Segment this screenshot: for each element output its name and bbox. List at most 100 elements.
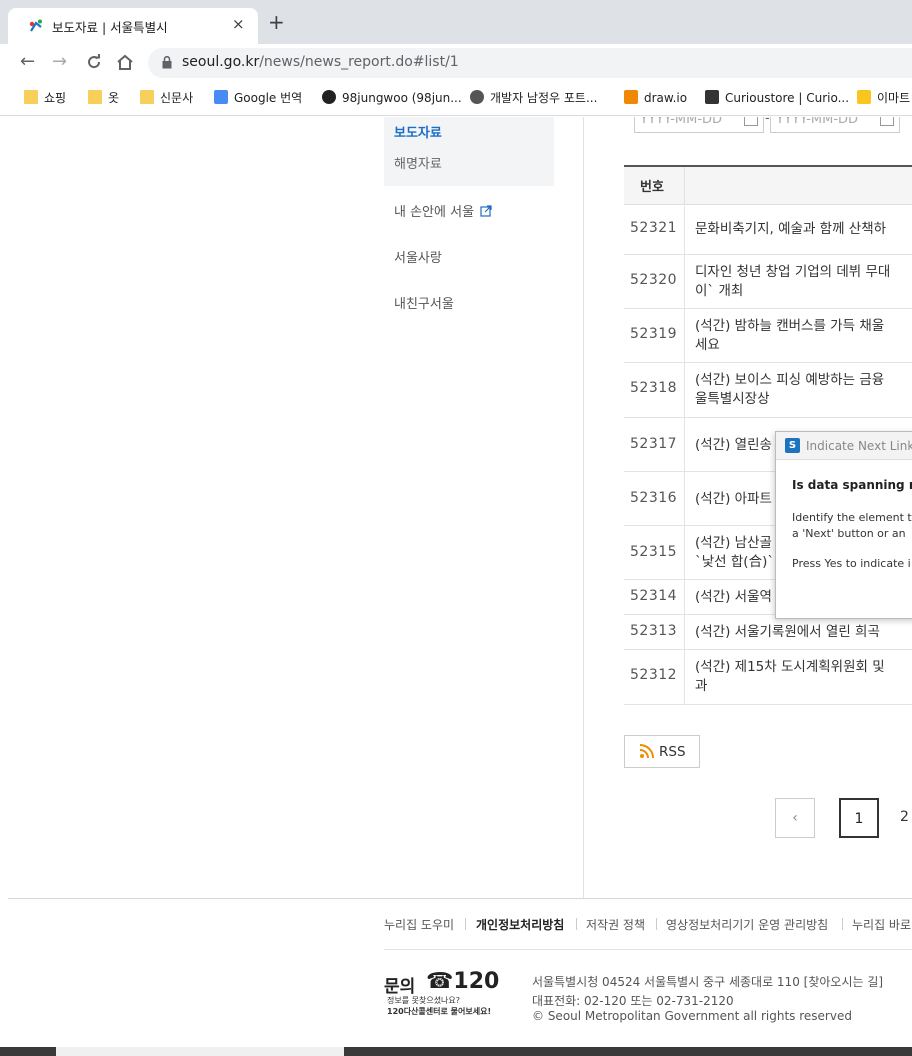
row-title-link[interactable]: 디자인 청년 창업 기업의 데뷔 무대 이` 개최 <box>695 263 912 301</box>
row-number: 52314 <box>630 588 678 604</box>
sidebar-item-seoul-in-hand[interactable]: 내 손안에 서울 <box>394 201 492 220</box>
chevron-left-icon: ‹ <box>792 810 798 826</box>
footer-tel: 대표전화: 02-120 또는 02-731-2120 <box>532 994 734 1008</box>
browser-toolbar: ← → seoul.go.kr/news/news_report.do#list… <box>0 44 912 82</box>
page-content: 보도자료 해명자료 내 손안에 서울 서울사랑 내친구서울 YYYY-MM-DD… <box>0 117 912 1056</box>
row-title-link[interactable]: (석간) 제15차 도시계획위원회 및 과 <box>695 658 912 696</box>
row-title-link[interactable]: 문화비축기지, 예술과 함께 산책하 <box>695 220 912 239</box>
external-link-icon <box>480 205 492 217</box>
os-taskbar <box>0 1047 912 1056</box>
start-date-input[interactable]: YYYY-MM-DD <box>634 117 764 133</box>
calendar-icon[interactable] <box>880 117 894 126</box>
new-tab-button[interactable]: + <box>268 12 285 32</box>
previous-page-button[interactable]: ‹ <box>775 798 815 838</box>
bookmark-shopping[interactable]: 쇼핑 <box>24 89 66 109</box>
bookmark-emart[interactable]: 이마트 <box>857 89 910 109</box>
date-separator: - <box>765 117 770 126</box>
row-number: 52313 <box>630 623 678 639</box>
inquiry-phone: ☎120 <box>426 969 500 994</box>
bookmark-portfolio[interactable]: 개발자 남정우 포트... <box>470 89 597 109</box>
end-date-input[interactable]: YYYY-MM-DD <box>770 117 900 133</box>
sidebar-submenu: 보도자료 해명자료 <box>384 117 554 186</box>
home-icon[interactable] <box>116 54 134 71</box>
row-number: 52315 <box>630 544 678 560</box>
seoul-favicon-icon <box>29 19 42 32</box>
inquiry-label: 문의 <box>384 977 416 997</box>
page-2-button[interactable]: 2 <box>900 798 912 838</box>
forward-icon[interactable]: → <box>52 52 67 72</box>
drawio-icon <box>624 90 638 104</box>
lock-icon <box>162 56 172 69</box>
table-row[interactable]: 52312 (석간) 제15차 도시계획위원회 및 과 <box>624 650 912 705</box>
footer-link-shortcut[interactable]: 누리집 바로 <box>852 916 911 933</box>
sidebar-item-friend-seoul[interactable]: 내친구서울 <box>394 293 454 312</box>
dialog-title: Indicate Next Link <box>806 439 912 453</box>
inquiry-subtext: 정보를 못찾으셨나요? <box>387 996 461 1005</box>
row-number: 52320 <box>630 272 678 288</box>
globe-icon <box>470 90 484 104</box>
bookmark-clothes[interactable]: 옷 <box>88 89 119 109</box>
reload-icon[interactable] <box>86 54 102 70</box>
folder-icon <box>88 90 102 104</box>
table-header: 번호 <box>624 167 912 205</box>
browser-tab[interactable]: 보도자료 | 서울특별시 × <box>8 8 258 44</box>
curioustore-icon <box>705 90 719 104</box>
bookmarks-bar: 쇼핑 옷 신문사 Google 번역 98jungwoo (98jun... 개… <box>0 82 912 116</box>
tab-close-icon[interactable]: × <box>232 15 245 33</box>
tab-strip: 보도자료 | 서울특별시 × + <box>0 0 912 44</box>
uipath-logo-icon: S <box>785 438 800 453</box>
table-row[interactable]: 52313 (석간) 서울기록원에서 열린 희곡 <box>624 615 912 650</box>
footer-link-help[interactable]: 누리집 도우미 <box>384 916 454 933</box>
table-row[interactable]: 52320 디자인 청년 창업 기업의 데뷔 무대 이` 개최 <box>624 255 912 309</box>
dialog-instruction: Press Yes to indicate i <box>792 557 911 570</box>
bookmark-newspapers[interactable]: 신문사 <box>140 89 193 109</box>
table-row[interactable]: 52318 (석간) 보이스 피싱 예방하는 금융 울특별시장상 <box>624 363 912 418</box>
bookmark-github[interactable]: 98jungwoo (98jun... <box>322 89 462 109</box>
folder-icon <box>24 90 38 104</box>
rss-icon <box>639 744 654 759</box>
row-number: 52321 <box>630 220 678 236</box>
emart-icon <box>857 90 871 104</box>
row-number: 52312 <box>630 667 678 683</box>
footer-link-copyright[interactable]: 저작권 정책 <box>586 916 645 933</box>
footer-divider <box>384 949 912 950</box>
column-header-number: 번호 <box>640 180 664 195</box>
row-number: 52317 <box>630 436 678 452</box>
url-host: seoul.go.kr/news/news_report.do#list/1 <box>182 54 459 70</box>
address-bar[interactable]: seoul.go.kr/news/news_report.do#list/1 <box>148 48 912 78</box>
row-number: 52316 <box>630 490 678 506</box>
column-divider <box>684 167 685 205</box>
google-translate-icon <box>214 90 228 104</box>
row-number: 52318 <box>630 380 678 396</box>
bookmark-google-translate[interactable]: Google 번역 <box>214 89 302 109</box>
bookmark-drawio[interactable]: draw.io <box>624 89 687 109</box>
dialog-description: a 'Next' button or an <box>792 527 906 540</box>
tab-title: 보도자료 | 서울특별시 <box>52 20 168 35</box>
page-1-button[interactable]: 1 <box>839 798 879 838</box>
inquiry-subtext: 120다산콜센터로 물어보세요! <box>387 1007 492 1016</box>
taskbar-search-box[interactable] <box>56 1047 344 1056</box>
footer-link-cctv-policy[interactable]: 영상정보처리기기 운영 관리방침 <box>666 916 828 933</box>
calendar-icon[interactable] <box>744 117 758 126</box>
row-title-link[interactable]: (석간) 서울기록원에서 열린 희곡 <box>695 623 912 642</box>
back-icon[interactable]: ← <box>20 52 35 72</box>
footer-link-privacy[interactable]: 개인정보처리방침 <box>476 916 564 933</box>
dialog-description: Identify the element t <box>792 511 912 524</box>
sidebar-item-seoul-love[interactable]: 서울사랑 <box>394 247 442 266</box>
sidebar-item-explanation[interactable]: 해명자료 <box>394 153 442 172</box>
rss-label: RSS <box>659 744 686 760</box>
dialog-header: S Indicate Next Link <box>776 432 912 460</box>
footer-address: 서울특별시청 04524 서울특별시 중구 세종대로 110 [찾아오시는 길] <box>532 975 884 989</box>
github-icon <box>322 90 336 104</box>
rss-button[interactable]: RSS <box>624 735 700 768</box>
indicate-next-link-dialog: S Indicate Next Link Is data spanning mu… <box>775 431 912 619</box>
row-title-link[interactable]: (석간) 보이스 피싱 예방하는 금융 울특별시장상 <box>695 371 912 409</box>
sidebar-item-press-release[interactable]: 보도자료 <box>394 122 442 141</box>
row-title-link[interactable]: (석간) 밤하늘 캔버스를 가득 채울 세요 <box>695 317 912 355</box>
footer-divider <box>8 898 912 899</box>
bookmark-curioustore[interactable]: Curioustore | Curio... <box>705 89 849 109</box>
dialog-question: Is data spanning mul <box>792 478 912 492</box>
table-row[interactable]: 52321 문화비축기지, 예술과 함께 산책하 <box>624 206 912 255</box>
column-divider <box>583 117 584 899</box>
table-row[interactable]: 52319 (석간) 밤하늘 캔버스를 가득 채울 세요 <box>624 309 912 363</box>
